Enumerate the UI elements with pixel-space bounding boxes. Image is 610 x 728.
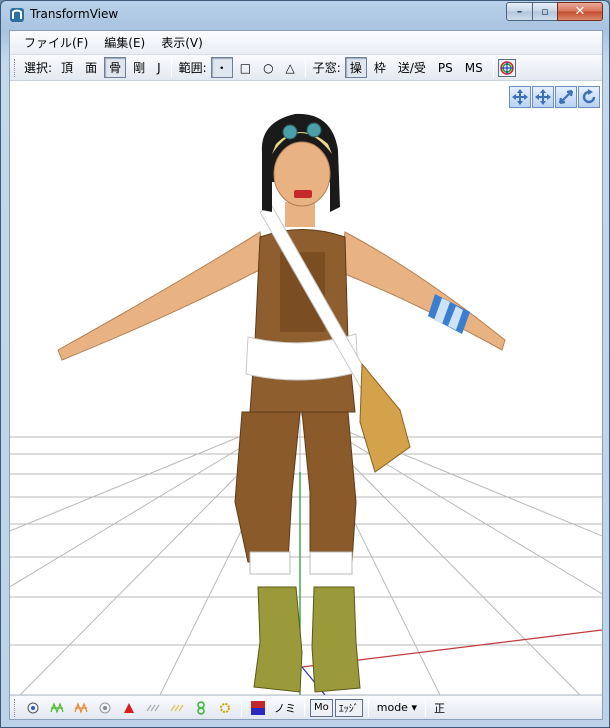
rotate-button[interactable] (578, 86, 600, 108)
client-area: ファイル(F) 編集(E) 表示(V) 選択: 頂 面 骨 剛 J 範囲: ・ … (9, 30, 603, 720)
select-bone-button[interactable]: 骨 (104, 57, 127, 78)
color-swatch-button[interactable] (248, 699, 268, 717)
app-window: TransformView – ▫ ✕ ファイル(F) 編集(E) 表示(V) … (0, 0, 610, 728)
color-wheel-icon (500, 60, 514, 75)
yellow-lines-icon (170, 704, 184, 711)
toolbar-separator (304, 58, 306, 77)
range-rect-button[interactable]: □ (235, 59, 256, 77)
toolbar-grip[interactable] (14, 58, 17, 77)
pan-xy-button[interactable] (509, 86, 531, 108)
display-bone-button[interactable] (167, 699, 187, 717)
window-title: TransformView (30, 7, 119, 21)
toolbar-separator (424, 698, 426, 717)
range-point-button[interactable]: ・ (210, 57, 233, 78)
range-circle-button[interactable]: ○ (258, 59, 278, 77)
child-send-receive-button[interactable]: 送/受 (393, 57, 431, 78)
child-ps-button[interactable]: PS (433, 59, 458, 77)
character-model (57, 113, 506, 693)
green-chain-icon (197, 700, 205, 715)
move-cross-icon (535, 89, 551, 105)
display-vertex-button[interactable] (23, 699, 43, 717)
app-icon (10, 8, 24, 22)
yellow-gear-icon (220, 702, 230, 713)
point-circle-icon (99, 702, 111, 713)
display-rigid-button[interactable] (191, 699, 211, 717)
toolbar-separator (304, 698, 305, 717)
pan-xz-button[interactable] (532, 86, 554, 108)
mo-toggle[interactable]: Mo (310, 698, 333, 717)
display-edge-button[interactable] (143, 699, 163, 717)
child-window-label: 子窓: (312, 61, 341, 75)
select-vertex-button[interactable]: 頂 (56, 57, 78, 78)
mode-label: mode (376, 701, 408, 714)
display-face-button[interactable] (119, 699, 139, 717)
gray-lines-icon (146, 704, 160, 711)
minimize-button[interactable]: – (506, 2, 533, 21)
display-point-button[interactable] (95, 699, 115, 717)
menu-bar: ファイル(F) 編集(E) 表示(V) (10, 31, 602, 55)
green-mesh-icon (50, 701, 64, 714)
chevron-down-icon: ▾ (411, 701, 417, 714)
toolbar: 選択: 頂 面 骨 剛 J 範囲: ・ □ ○ △ 子窓: 操 枠 送/受 PS… (10, 55, 602, 81)
toolbar-separator (367, 698, 369, 717)
menu-edit[interactable]: 編集(E) (96, 34, 153, 51)
sei-button[interactable]: 正 (430, 700, 449, 716)
display-joint-button[interactable] (215, 699, 235, 717)
child-frame-button[interactable]: 枠 (369, 57, 391, 78)
select-joint-button[interactable]: J (152, 59, 166, 77)
child-ms-button[interactable]: MS (460, 59, 488, 77)
rotate-icon (582, 89, 596, 104)
3d-viewport[interactable] (10, 82, 602, 695)
scene-canvas (10, 113, 602, 695)
maximize-icon: ▫ (541, 5, 549, 18)
display-wire-button[interactable] (47, 699, 67, 717)
toolbar-grip[interactable] (14, 698, 17, 717)
nomi-label[interactable]: ノミ (270, 700, 300, 716)
display-texture-button[interactable] (71, 699, 91, 717)
bottom-toolbar: ノミ Mo ｴｯｼﾞ mode ▾ 正 (10, 695, 602, 719)
maximize-button[interactable]: ▫ (532, 2, 558, 21)
child-operate-button[interactable]: 操 (344, 57, 367, 78)
red-triangle-icon (124, 702, 134, 713)
zoom-button[interactable] (555, 86, 577, 108)
title-bar[interactable]: TransformView – ▫ ✕ (1, 1, 609, 29)
move-arrows-icon (512, 89, 528, 105)
orange-mesh-icon (74, 701, 88, 714)
menu-file[interactable]: ファイル(F) (16, 34, 96, 51)
diagonal-arrow-icon (558, 89, 574, 105)
color-swatch-icon (251, 700, 265, 715)
toolbar-separator (241, 698, 242, 717)
select-label: 選択: (24, 61, 53, 75)
camera-tools (509, 86, 600, 108)
select-face-button[interactable]: 面 (80, 57, 102, 78)
close-icon: ✕ (574, 4, 586, 19)
select-rigid-button[interactable]: 剛 (128, 57, 150, 78)
target-dot-icon (27, 702, 39, 713)
toolbar-separator (492, 58, 494, 77)
toolbar-separator (170, 58, 172, 77)
range-label: 範囲: (178, 61, 207, 75)
color-wheel-button[interactable] (497, 58, 516, 77)
edge-toggle[interactable]: ｴｯｼﾞ (334, 698, 363, 717)
close-button[interactable]: ✕ (557, 2, 603, 21)
minimize-icon: – (516, 5, 523, 18)
mode-dropdown[interactable]: mode ▾ (373, 701, 421, 714)
menu-view[interactable]: 表示(V) (153, 34, 211, 51)
range-triangle-button[interactable]: △ (281, 59, 300, 77)
